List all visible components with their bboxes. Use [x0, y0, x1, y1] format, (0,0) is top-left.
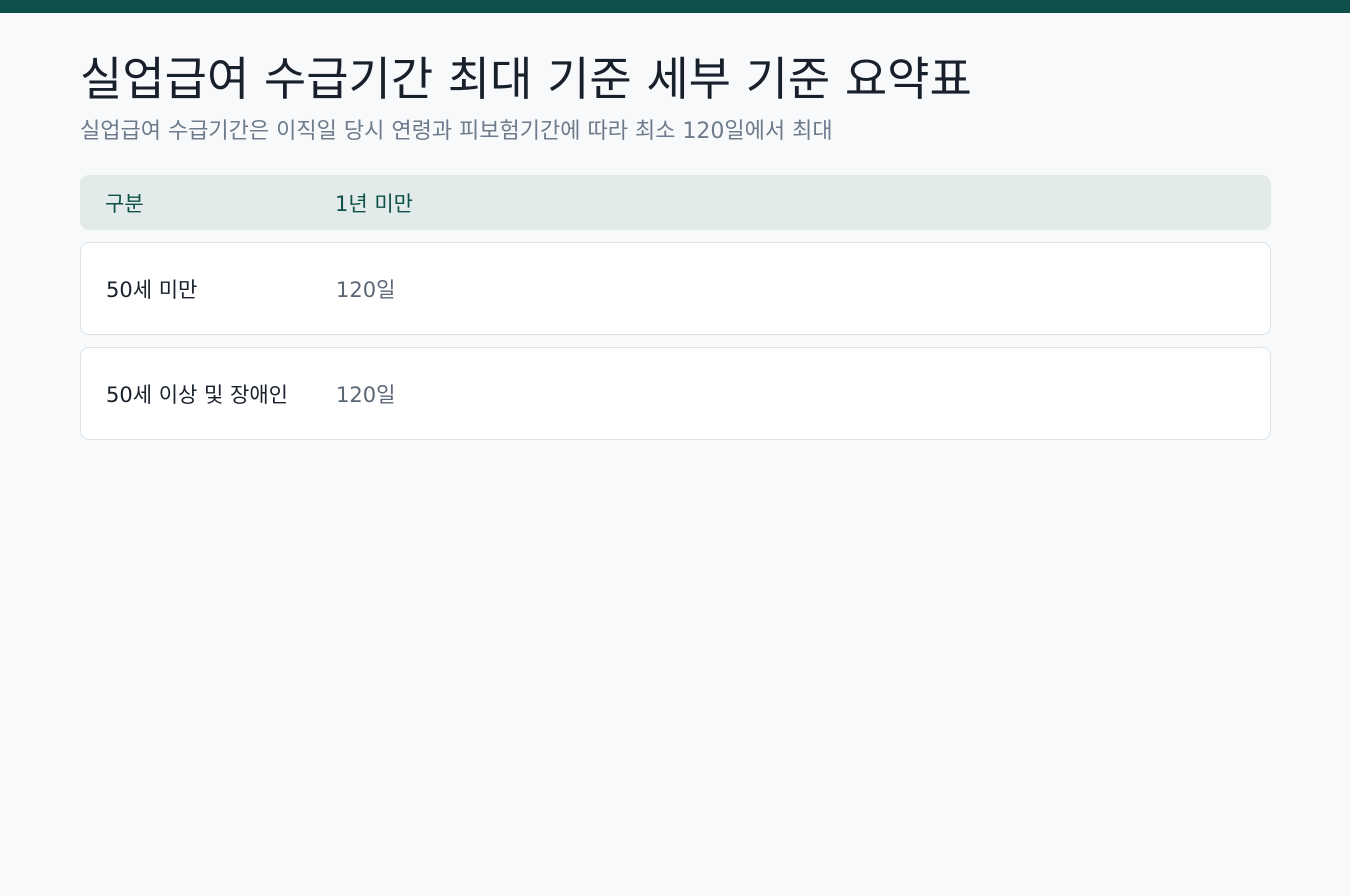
summary-table: 구분 1년 미만 50세 미만 120일 50세 이상 및 장애인 120일 — [80, 175, 1271, 440]
main-content: 실업급여 수급기간 최대 기준 세부 기준 요약표 실업급여 수급기간은 이직일… — [80, 13, 1271, 440]
table-row: 50세 미만 120일 — [80, 242, 1271, 335]
page-title: 실업급여 수급기간 최대 기준 세부 기준 요약표 — [80, 52, 972, 106]
table-row: 50세 이상 및 장애인 120일 — [80, 347, 1271, 440]
top-accent-bar — [0, 0, 1350, 13]
row-value: 120일 — [336, 382, 396, 407]
table-header: 구분 1년 미만 — [80, 175, 1271, 230]
page-subtitle: 실업급여 수급기간은 이직일 당시 연령과 피보험기간에 따라 최소 120일에… — [80, 119, 833, 144]
column-header-category: 구분 — [105, 191, 144, 216]
column-header-under-1-year: 1년 미만 — [335, 191, 413, 216]
row-label: 50세 미만 — [106, 277, 198, 302]
row-label: 50세 이상 및 장애인 — [106, 382, 288, 407]
row-value: 120일 — [336, 277, 396, 302]
